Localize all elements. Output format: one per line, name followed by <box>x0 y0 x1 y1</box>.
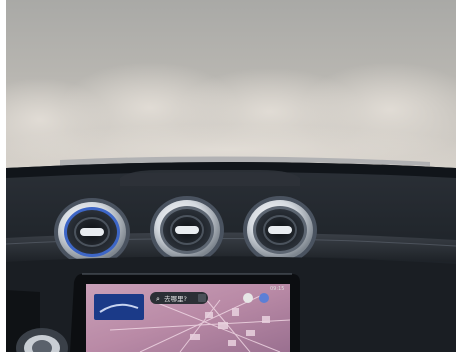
assistant-icon[interactable] <box>259 293 269 303</box>
status-time: 09:15 <box>270 286 284 292</box>
profile-icon[interactable] <box>243 293 253 303</box>
air-vent-right <box>243 196 317 264</box>
search-text: 去哪里? <box>164 294 187 303</box>
menu-button[interactable] <box>198 294 206 302</box>
dashboard-photo: ⌕ 去哪里? 09:15 <box>0 0 462 352</box>
infotainment-screen: ⌕ 去哪里? 09:15 <box>70 273 300 352</box>
instrument-hood <box>120 170 300 186</box>
search-icon: ⌕ <box>156 295 160 303</box>
air-vent-left <box>54 198 130 266</box>
air-vent-center <box>150 196 224 264</box>
